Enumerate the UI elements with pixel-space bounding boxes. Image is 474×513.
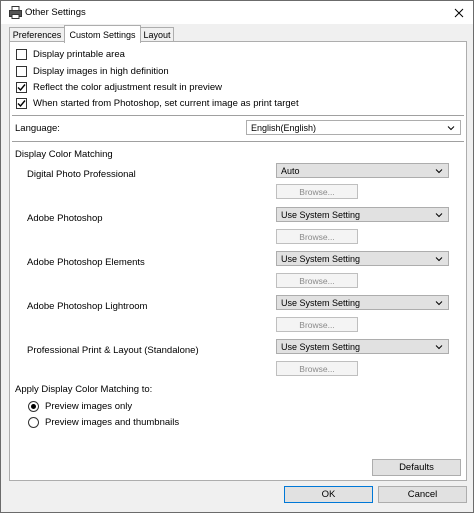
chevron-down-icon: [435, 301, 443, 306]
radio-button[interactable]: [28, 416, 39, 428]
printer-app-icon: [9, 6, 22, 19]
divider: [12, 141, 464, 142]
color-matching-dropdown-print-layout[interactable]: Use System Setting: [276, 339, 449, 354]
checkbox-label: Display printable area: [33, 48, 125, 60]
radio-preview-images-and-thumbnails[interactable]: Preview images and thumbnails: [28, 416, 179, 428]
ok-button[interactable]: OK: [284, 486, 373, 503]
tab-layout[interactable]: Layout: [140, 27, 174, 42]
checkbox-box[interactable]: [16, 48, 27, 60]
checkbox-high-definition[interactable]: Display images in high definition: [16, 65, 169, 77]
language-value: English(English): [251, 122, 317, 133]
color-matching-dropdown-dpp[interactable]: Auto: [276, 163, 449, 178]
app-label-adobe-photoshop-elements: Adobe Photoshop Elements: [27, 257, 145, 268]
tab-preferences[interactable]: Preferences: [9, 27, 65, 42]
checkbox-photoshop-print-target[interactable]: When started from Photoshop, set current…: [16, 97, 299, 109]
window-title: Other Settings: [25, 7, 86, 18]
radio-label: Preview images and thumbnails: [45, 416, 180, 428]
defaults-button[interactable]: Defaults: [372, 459, 461, 476]
checkbox-label: Reflect the color adjustment result in p…: [33, 81, 223, 93]
title-bar: Other Settings: [1, 1, 473, 24]
divider: [12, 115, 464, 116]
checkbox-box[interactable]: [16, 65, 27, 77]
checkmark-icon: [17, 83, 26, 91]
checkmark-icon: [17, 99, 26, 107]
browse-button-photoshop-elements[interactable]: Browse...: [276, 273, 358, 288]
language-dropdown[interactable]: English(English): [246, 120, 461, 135]
browse-button-photoshop[interactable]: Browse...: [276, 229, 358, 244]
browse-button-lightroom[interactable]: Browse...: [276, 317, 358, 332]
browse-button-print-layout[interactable]: Browse...: [276, 361, 358, 376]
close-button[interactable]: [451, 5, 467, 20]
chevron-down-icon: [447, 126, 455, 131]
chevron-down-icon: [435, 345, 443, 350]
app-label-digital-photo-professional: Digital Photo Professional: [27, 169, 136, 180]
chevron-down-icon: [435, 257, 443, 262]
browse-button-dpp[interactable]: Browse...: [276, 184, 358, 199]
dropdown-value: Use System Setting: [281, 209, 361, 220]
checkbox-box[interactable]: [16, 81, 27, 93]
dropdown-value: Use System Setting: [281, 253, 361, 264]
language-label: Language:: [15, 123, 60, 134]
chevron-down-icon: [435, 213, 443, 218]
app-label-professional-print-layout: Professional Print & Layout (Standalone): [27, 345, 199, 356]
dropdown-value: Use System Setting: [281, 297, 361, 308]
cancel-button[interactable]: Cancel: [378, 486, 467, 503]
radio-button[interactable]: [28, 400, 39, 412]
color-matching-dropdown-photoshop-elements[interactable]: Use System Setting: [276, 251, 449, 266]
apply-color-matching-heading: Apply Display Color Matching to:: [15, 384, 153, 395]
radio-label: Preview images only: [45, 400, 133, 412]
checkbox-reflect-color-adjustment[interactable]: Reflect the color adjustment result in p…: [16, 81, 222, 93]
chevron-down-icon: [435, 169, 443, 174]
custom-settings-panel: Display printable area Display images in…: [9, 41, 467, 481]
color-matching-dropdown-lightroom[interactable]: Use System Setting: [276, 295, 449, 310]
close-icon: [454, 8, 464, 17]
color-matching-dropdown-photoshop[interactable]: Use System Setting: [276, 207, 449, 222]
dropdown-value: Auto: [281, 165, 300, 176]
checkbox-display-printable-area[interactable]: Display printable area: [16, 48, 125, 60]
dropdown-value: Use System Setting: [281, 341, 361, 352]
display-color-matching-heading: Display Color Matching: [15, 149, 113, 160]
checkbox-box[interactable]: [16, 97, 27, 109]
checkbox-label: When started from Photoshop, set current…: [33, 97, 299, 109]
other-settings-dialog: Other Settings Preferences Custom Settin…: [0, 0, 474, 513]
radio-preview-images-only[interactable]: Preview images only: [28, 400, 132, 412]
app-label-adobe-photoshop: Adobe Photoshop: [27, 213, 103, 224]
app-label-adobe-photoshop-lightroom: Adobe Photoshop Lightroom: [27, 301, 148, 312]
checkbox-label: Display images in high definition: [33, 65, 169, 77]
tab-custom-settings[interactable]: Custom Settings: [64, 25, 141, 43]
